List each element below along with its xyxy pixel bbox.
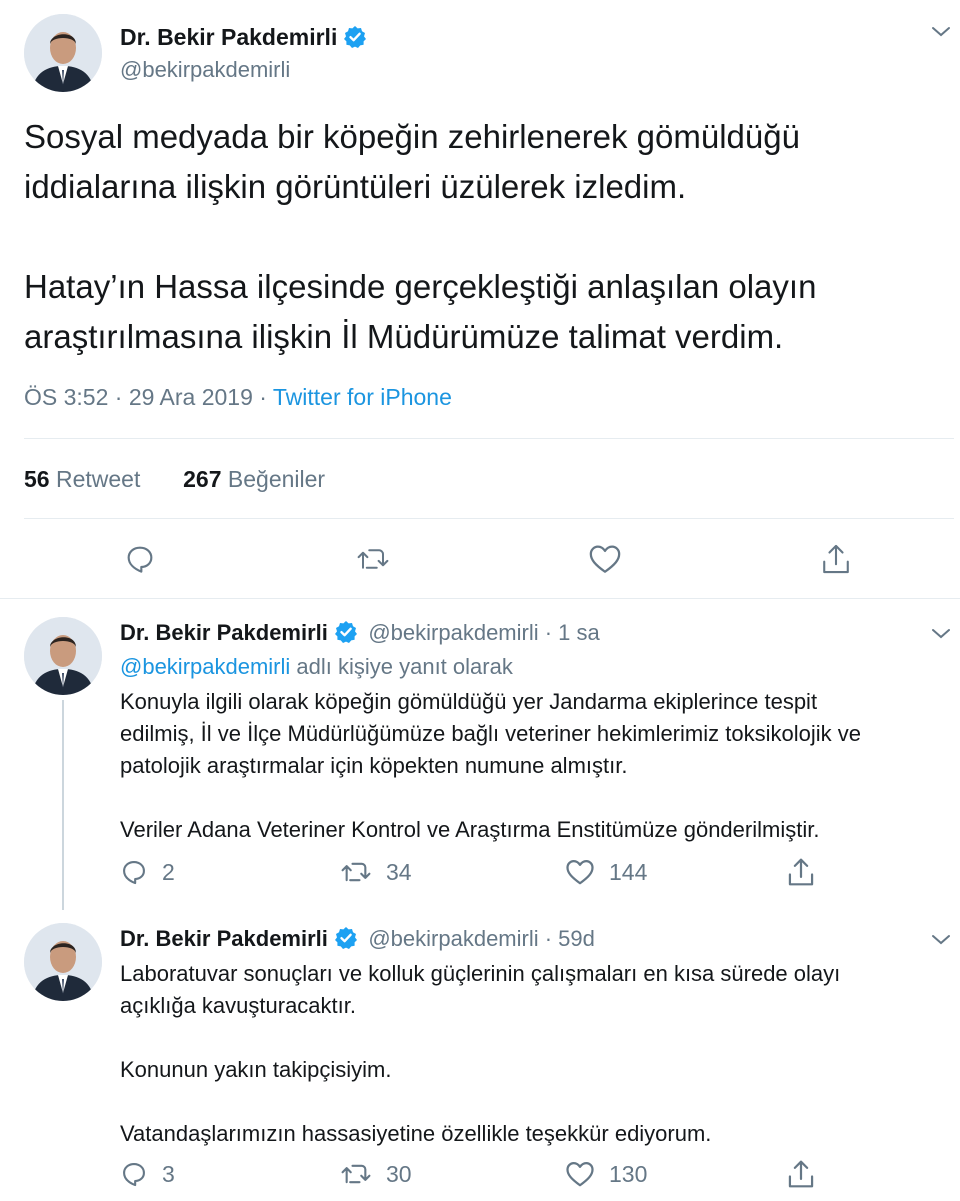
likes-stat[interactable]: 267 Beğeniler [183,466,325,492]
tweet-text: Sosyal medyada bir köpeğin zehirlenerek … [24,112,944,362]
replying-to-suffix: adlı kişiye yanıt olarak [290,654,513,679]
likes-count: 267 [183,466,222,492]
like-icon [566,1162,594,1187]
reply-action[interactable]: 3 [120,1160,175,1188]
author-handle[interactable]: @bekirpakdemirli [120,57,290,83]
tweet-meta: ÖS 3:52 · 29 Ara 2019 · Twitter for iPho… [24,384,452,411]
retweet-action[interactable]: 34 [340,858,412,886]
reply-time[interactable]: · 1 sa [539,620,600,645]
tweet-text-line: araştırılmasına ilişkin İl Müdürümüze ta… [24,318,784,355]
author-name[interactable]: Dr. Bekir Pakdemirli [120,620,328,645]
retweet-icon [341,1164,371,1184]
tweet-timestamp[interactable]: ÖS 3:52 · 29 Ara 2019 · [24,384,273,410]
tweet-text-line: Sosyal medyada bir köpeğin zehirlenerek … [24,118,800,155]
retweet-count: 30 [386,1160,412,1187]
reply-text-line: Laboratuvar sonuçları ve kolluk güçlerin… [120,961,841,986]
tweet-source-link[interactable]: Twitter for iPhone [273,384,452,410]
tweet-text-line: Hatay’ın Hassa ilçesinde gerçekleştiği a… [24,268,817,305]
likes-label: Beğeniler [227,466,326,492]
author-handle[interactable]: @bekirpakdemirli [368,926,538,951]
retweet-icon[interactable] [356,544,390,579]
reply-header: Dr. Bekir Pakdemirli @bekirpakdemirli · … [120,926,595,955]
reply-text-line: açıklığa kavuşturacaktır. [120,993,356,1018]
retweets-count: 56 [24,466,50,492]
avatar[interactable] [24,617,102,695]
reply-text-line: Konuyla ilgili olarak köpeğin gömüldüğü … [120,689,818,714]
verified-badge-icon [343,25,367,55]
like-count: 130 [609,1160,648,1187]
reply-text-line: Veriler Adana Veteriner Kontrol ve Araşt… [120,817,820,842]
thread-line [62,700,64,910]
verified-badge-icon [334,620,358,649]
chevron-down-icon[interactable] [930,932,952,953]
replying-to: @bekirpakdemirli adlı kişiye yanıt olara… [120,654,513,680]
reply-icon [123,1163,145,1187]
like-count: 144 [609,858,648,885]
retweet-action[interactable]: 30 [340,1160,412,1188]
share-icon[interactable] [820,542,852,581]
reply-action[interactable]: 2 [120,858,175,886]
like-icon [566,860,594,885]
author-name[interactable]: Dr. Bekir Pakdemirli [120,926,328,951]
share-icon[interactable] [786,1158,816,1195]
reply-text: Konuyla ilgili olarak köpeğin gömüldüğü … [120,686,956,846]
avatar[interactable] [24,923,102,1001]
reply-count: 2 [162,858,175,885]
tweet-stats: 56 Retweet 267 Beğeniler [24,466,325,493]
reply-text-line: edilmiş, İl ve İlçe Müdürlüğümüze bağlı … [120,721,861,746]
avatar[interactable] [24,14,102,92]
author-name-text[interactable]: Dr. Bekir Pakdemirli [120,24,337,50]
replying-to-handle[interactable]: @bekirpakdemirli [120,654,290,679]
reply-text-line: patolojik araştırmalar için köpekten num… [120,753,628,778]
retweet-icon [341,862,371,882]
reply-text-line: Konunun yakın takipçisiyim. [120,1057,392,1082]
divider [24,518,954,519]
like-icon[interactable] [588,543,622,580]
chevron-down-icon[interactable] [930,626,952,647]
retweets-label: Retweet [55,466,141,492]
like-action[interactable]: 130 [565,1160,647,1188]
like-action[interactable]: 144 [565,858,647,886]
reply-icon[interactable] [124,543,156,580]
retweet-count: 34 [386,858,412,885]
tweet-text-line: iddialarına ilişkin görüntüleri üzülerek… [24,168,687,205]
verified-badge-icon [334,926,358,955]
divider [24,438,954,439]
chevron-down-icon[interactable] [930,24,952,45]
reply-text: Laboratuvar sonuçları ve kolluk güçlerin… [120,958,956,1150]
author-handle[interactable]: @bekirpakdemirli [368,620,538,645]
author-name[interactable]: Dr. Bekir Pakdemirli [120,24,367,55]
share-icon[interactable] [786,856,816,893]
divider [0,598,960,599]
reply-icon [123,861,145,885]
reply-count: 3 [162,1160,175,1187]
retweets-stat[interactable]: 56 Retweet [24,466,140,492]
reply-header: Dr. Bekir Pakdemirli @bekirpakdemirli · … [120,620,600,649]
reply-time[interactable]: · 59d [539,926,595,951]
reply-text-line: Vatandaşlarımızın hassasiyetine özellikl… [120,1121,712,1146]
